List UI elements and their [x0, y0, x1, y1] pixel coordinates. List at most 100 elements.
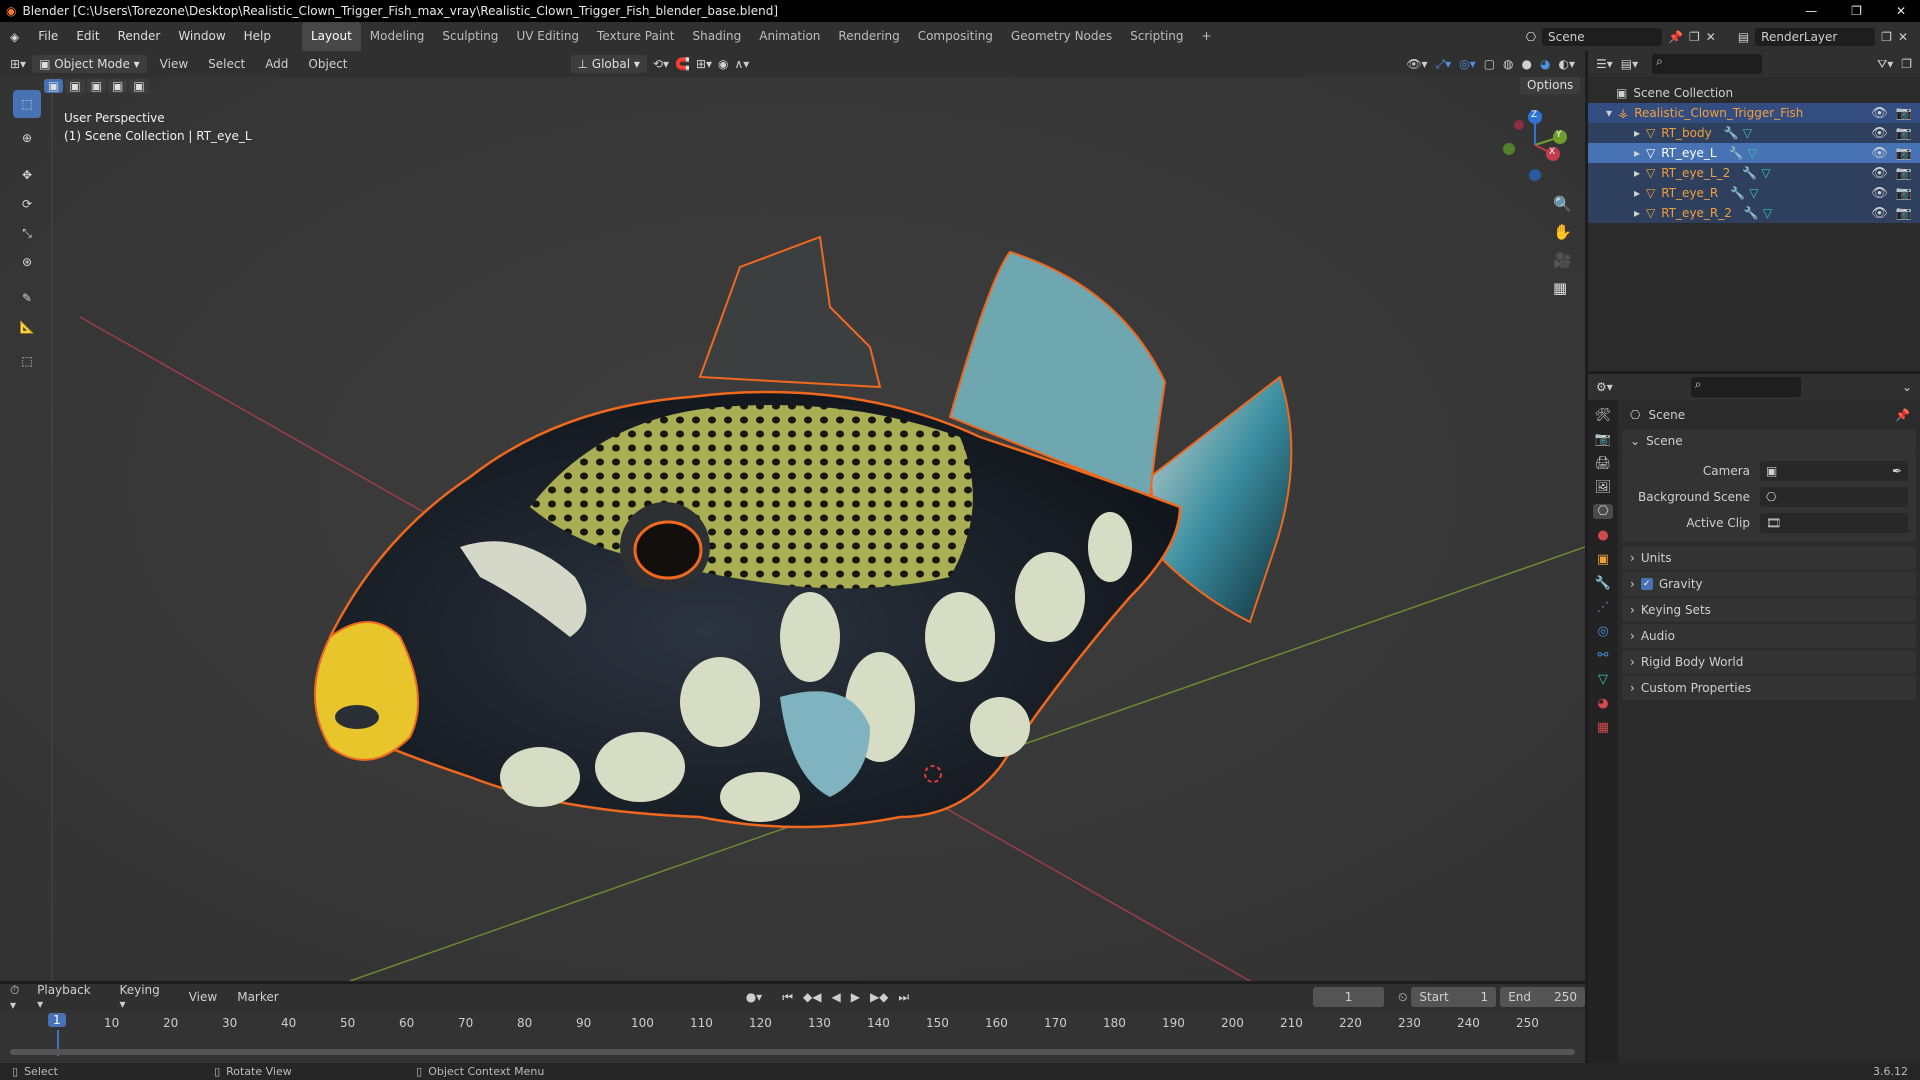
overlay-toggle-icon[interactable]: ◎▾ [1459, 57, 1476, 71]
prev-keyframe-icon[interactable]: ◆◀ [803, 990, 821, 1005]
expand-chevron-icon[interactable]: ▸ [1634, 166, 1640, 180]
tab-compositing[interactable]: Compositing [909, 22, 1002, 51]
mode-selector[interactable]: ▣ Object Mode ▾ [32, 55, 147, 73]
audio-section[interactable]: › Audio [1622, 624, 1916, 648]
camera-field[interactable]: ▣ ✒ [1760, 461, 1908, 481]
keying-sets-section[interactable]: › Keying Sets [1622, 598, 1916, 622]
visibility-icon[interactable]: 👁▾ [1406, 57, 1427, 71]
filter-icon[interactable]: ⛛▾ [1877, 57, 1893, 72]
ortho-grid-icon[interactable]: ▦ [1553, 279, 1572, 297]
shading-rendered-icon[interactable]: ◐▾ [1559, 57, 1576, 71]
cursor-tool-icon[interactable]: ⊕ [13, 124, 41, 152]
select-invert-icon[interactable]: ▣ [108, 79, 128, 93]
menu-timeline-view[interactable]: View [181, 990, 225, 1004]
tab-layout[interactable]: Layout [302, 22, 361, 51]
new-scene-icon[interactable]: ❐ [1689, 30, 1700, 44]
camera-view-icon[interactable]: 🎥 [1553, 251, 1572, 269]
start-frame-field[interactable]: Start 1 [1411, 987, 1497, 1007]
jump-end-icon[interactable]: ⏭ [898, 990, 909, 1005]
modifier-tab-icon[interactable]: 🔧 [1595, 576, 1611, 591]
fish-eye-selected[interactable] [633, 520, 703, 580]
rotate-tool-icon[interactable]: ⟳ [13, 190, 41, 218]
new-collection-icon[interactable]: ❐ [1901, 57, 1912, 71]
navigation-gizmo[interactable]: Z Y X [1495, 107, 1575, 182]
physics-tab-icon[interactable]: ◎ [1597, 624, 1608, 639]
record-icon[interactable]: ●▾ [746, 990, 763, 1004]
outliner-search[interactable]: ⌕ [1652, 54, 1763, 74]
gizmo-toggle-icon[interactable]: ⤢▾ [1436, 57, 1452, 72]
jump-start-icon[interactable]: ⏮ [782, 990, 793, 1005]
shading-material-icon[interactable]: ◕ [1540, 57, 1550, 71]
gravity-section[interactable]: › ✓ Gravity [1622, 572, 1916, 596]
tab-uv-editing[interactable]: UV Editing [507, 22, 588, 51]
preview-range-icon[interactable]: ⏲ [1398, 990, 1407, 1005]
properties-editor-icon[interactable]: ⚙▾ [1596, 380, 1613, 394]
data-tab-icon[interactable]: ▽ [1598, 672, 1608, 687]
menu-select[interactable]: Select [201, 57, 252, 71]
annotate-tool-icon[interactable]: ✎ [13, 284, 41, 312]
render-camera-icon[interactable]: 📷 [1896, 166, 1912, 181]
new-layer-icon[interactable]: ❐ [1881, 30, 1892, 44]
add-cube-tool-icon[interactable]: ⬚ [13, 347, 41, 375]
outliner-editor-icon[interactable]: ☰▾ [1596, 57, 1613, 71]
background-scene-field[interactable]: ⎔ [1760, 487, 1908, 507]
eyedropper-icon[interactable]: ✒ [1892, 464, 1902, 478]
display-mode-icon[interactable]: ▤▾ [1621, 57, 1638, 71]
properties-search[interactable]: ⌕ [1690, 377, 1801, 397]
constraints-tab-icon[interactable]: ⚯ [1598, 648, 1609, 663]
eye-icon[interactable]: 👁 [1871, 206, 1888, 221]
output-tab-icon[interactable]: 🖨 [1595, 456, 1612, 471]
options-button[interactable]: Options [1520, 77, 1581, 94]
select-box-tool-icon[interactable]: ⬚ [13, 90, 41, 118]
tool-tab-icon[interactable]: 🛠 [1595, 408, 1612, 423]
view-layer-selector[interactable]: RenderLayer [1755, 27, 1876, 46]
tab-geometry-nodes[interactable]: Geometry Nodes [1002, 22, 1121, 51]
world-tab-icon[interactable]: ● [1597, 528, 1608, 543]
select-subtract-icon[interactable]: ▣ [86, 79, 107, 93]
expand-chevron-icon[interactable]: ▸ [1634, 126, 1640, 140]
select-extend-icon[interactable]: ▣ [65, 79, 85, 93]
end-frame-field[interactable]: End 250 [1500, 987, 1585, 1007]
outliner-item[interactable]: ▸ ▽ RT_eye_L 🔧 ▽ 👁 📷 [1588, 143, 1920, 163]
tab-modeling[interactable]: Modeling [361, 22, 434, 51]
menu-marker[interactable]: Marker [229, 990, 286, 1004]
play-reverse-icon[interactable]: ◀ [831, 990, 840, 1005]
shading-wireframe-icon[interactable]: ◍ [1503, 57, 1513, 71]
menu-add[interactable]: Add [258, 57, 295, 71]
add-workspace-button[interactable]: + [1193, 22, 1221, 51]
outliner-item[interactable]: ▸ ▽ RT_eye_L_2 🔧 ▽ 👁 📷 [1588, 163, 1920, 183]
menu-window[interactable]: Window [169, 22, 234, 51]
tab-animation[interactable]: Animation [750, 22, 829, 51]
3d-viewport[interactable]: User Perspective (1) Scene Collection | … [0, 77, 1585, 981]
outliner-item[interactable]: ▸ ▽ RT_body 🔧 ▽ 👁 📷 [1588, 123, 1920, 143]
select-intersect-icon[interactable]: ▣ [129, 79, 149, 93]
render-tab-icon[interactable]: 📷 [1595, 432, 1611, 447]
render-camera-icon[interactable]: 📷 [1896, 186, 1912, 201]
xray-icon[interactable]: ▢ [1484, 57, 1495, 71]
delete-scene-icon[interactable]: ✕ [1706, 30, 1716, 44]
menu-object[interactable]: Object [301, 57, 354, 71]
pin-icon[interactable]: 📌 [1668, 30, 1683, 44]
texture-tab-icon[interactable]: ▦ [1597, 720, 1609, 735]
shading-solid-icon[interactable]: ● [1522, 57, 1532, 71]
blender-menu-icon[interactable]: ◈ [0, 30, 29, 44]
snap-icon[interactable]: 🧲 [675, 57, 690, 71]
menu-file[interactable]: File [29, 22, 67, 51]
eye-icon[interactable]: 👁 [1871, 166, 1888, 181]
material-tab-icon[interactable]: ◕ [1597, 696, 1608, 711]
scene-panel-header[interactable]: ⌄ Scene [1622, 430, 1916, 452]
timeline-scrollbar[interactable] [10, 1049, 1575, 1055]
menu-render[interactable]: Render [109, 22, 170, 51]
units-section[interactable]: › Units [1622, 546, 1916, 570]
zoom-icon[interactable]: 🔍 [1553, 195, 1572, 213]
render-camera-icon[interactable]: 📷 [1896, 126, 1912, 141]
maximize-button[interactable]: ❐ [1851, 4, 1862, 18]
pin-icon[interactable]: 📌 [1895, 408, 1920, 422]
tab-shading[interactable]: Shading [683, 22, 750, 51]
tab-rendering[interactable]: Rendering [829, 22, 908, 51]
transform-tool-icon[interactable]: ⊛ [13, 248, 41, 276]
render-camera-icon[interactable]: 📷 [1896, 206, 1912, 221]
proportional-edit-icon[interactable]: ◉ [718, 57, 728, 71]
active-clip-field[interactable]: 🎞 [1760, 513, 1908, 533]
menu-keying[interactable]: Keying ▾ [111, 983, 176, 1011]
